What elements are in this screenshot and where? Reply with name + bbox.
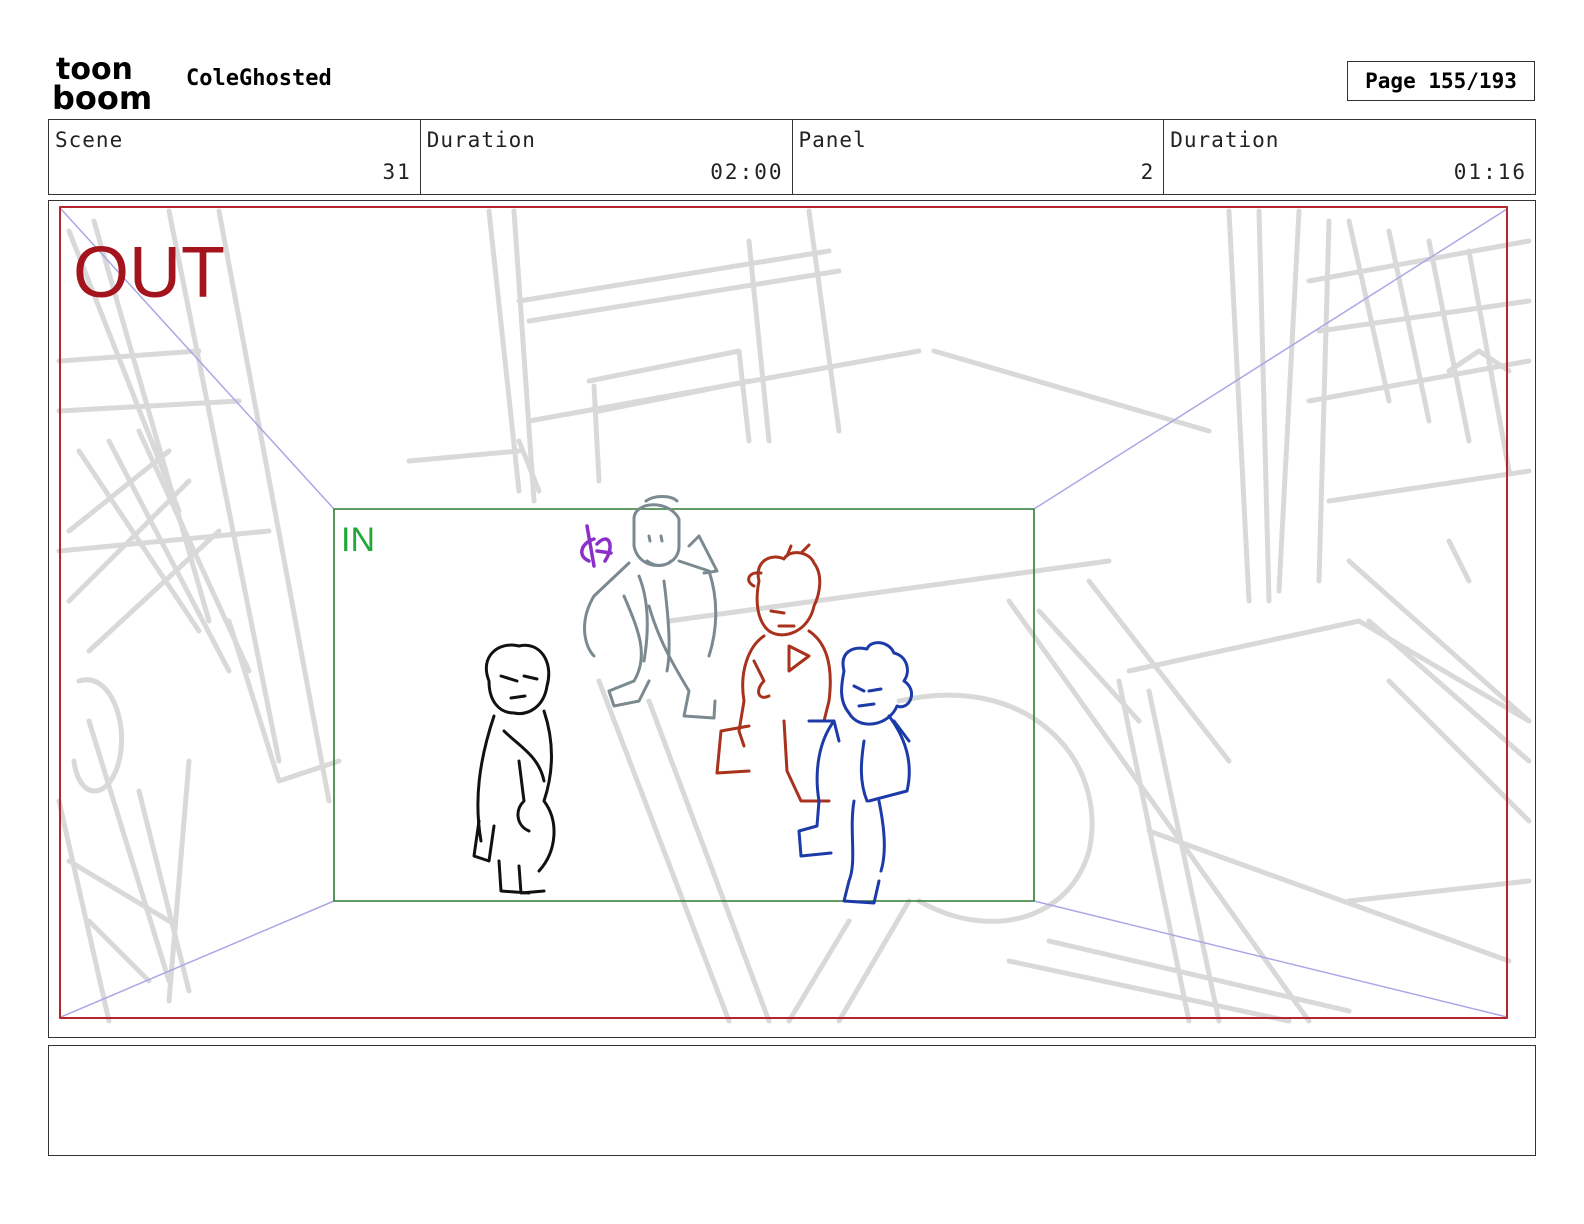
panel-label: Panel (798, 128, 867, 152)
background-sketch (56, 208, 1532, 1024)
scene-duration-value: 02:00 (710, 160, 784, 184)
prop-purple (580, 524, 613, 568)
character-red (715, 543, 832, 803)
page-indicator: Page 155/193 (1347, 61, 1535, 101)
scene-label: Scene (55, 128, 124, 152)
out-label: OUT (73, 233, 225, 313)
scene-info-table: Scene 31 Duration 02:00 Panel 2 Duration… (48, 119, 1536, 195)
panel-duration-cell: Duration 01:16 (1164, 120, 1535, 194)
panel-cell: Panel 2 (793, 120, 1165, 194)
toon-boom-logo: toon boom (52, 52, 152, 112)
in-label: IN (341, 521, 375, 559)
in-frame (333, 508, 1035, 902)
panel-drawing: OUT IN (56, 206, 1532, 1024)
panel-duration-value: 01:16 (1453, 160, 1527, 184)
storyboard-panel: OUT IN (48, 200, 1536, 1038)
project-title: ColeGhosted (186, 66, 332, 91)
character-black (472, 643, 556, 895)
character-blue (797, 641, 914, 905)
scene-duration-label: Duration (426, 128, 536, 152)
panel-number: 2 (1140, 160, 1156, 184)
character-grey (583, 495, 719, 720)
scene-number: 31 (382, 160, 412, 184)
notes-box (48, 1045, 1536, 1156)
scene-cell: Scene 31 (49, 120, 421, 194)
logo-text-bottom: boom (52, 79, 152, 112)
scene-duration-cell: Duration 02:00 (421, 120, 793, 194)
panel-duration-label: Duration (1170, 128, 1280, 152)
